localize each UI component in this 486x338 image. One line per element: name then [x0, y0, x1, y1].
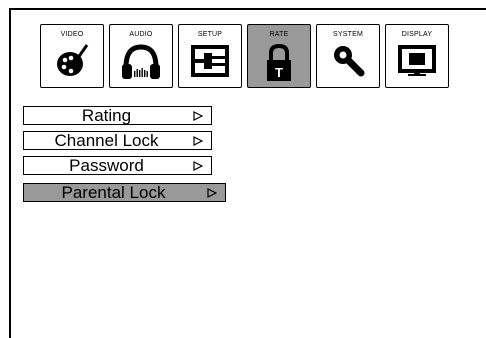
- wrench-icon: [334, 46, 365, 77]
- tab-display[interactable]: DISPLAY: [385, 24, 449, 88]
- menu-item-label: Channel Lock: [54, 130, 159, 150]
- setup-plug-icon: [191, 45, 229, 77]
- menu-item-label: Password: [69, 155, 144, 175]
- arrow-right-icon: [193, 136, 203, 146]
- headphones-icon: [122, 44, 160, 79]
- tab-video[interactable]: VIDEO: [40, 24, 104, 88]
- monitor-icon: [398, 45, 436, 76]
- arrow-right-icon: [207, 188, 217, 198]
- tab-video-label: VIDEO: [60, 31, 84, 38]
- svg-text:T: T: [275, 65, 283, 80]
- tab-rate[interactable]: RATE T: [247, 24, 311, 88]
- menu-item-password[interactable]: Password: [23, 156, 212, 175]
- menu-item-parental-lock[interactable]: Parental Lock: [23, 183, 226, 202]
- frame-border-top: [9, 8, 486, 10]
- arrow-right-icon: [193, 161, 203, 171]
- menu-item-label: Rating: [81, 105, 132, 125]
- tab-system-label: SYSTEM: [333, 31, 363, 38]
- frame-border-left: [9, 8, 11, 338]
- padlock-icon: T: [267, 43, 291, 81]
- tab-display-label: DISPLAY: [401, 31, 433, 38]
- dvd-setup-screen: VIDEO AUDIO SETUP RATE T SYSTEM DISPLAY …: [0, 0, 486, 338]
- menu-item-channel-lock[interactable]: Channel Lock: [23, 131, 212, 150]
- tab-audio-label: AUDIO: [129, 31, 153, 38]
- menu-item-rating[interactable]: Rating: [23, 106, 212, 125]
- video-palette-icon: [57, 44, 89, 76]
- tab-setup-label: SETUP: [197, 31, 223, 38]
- tab-audio[interactable]: AUDIO: [109, 24, 173, 88]
- tab-rate-label: RATE: [269, 31, 289, 38]
- arrow-right-icon: [193, 111, 203, 121]
- tab-setup[interactable]: SETUP: [178, 24, 242, 88]
- menu-item-label: Parental Lock: [61, 182, 166, 202]
- tab-system[interactable]: SYSTEM: [316, 24, 380, 88]
